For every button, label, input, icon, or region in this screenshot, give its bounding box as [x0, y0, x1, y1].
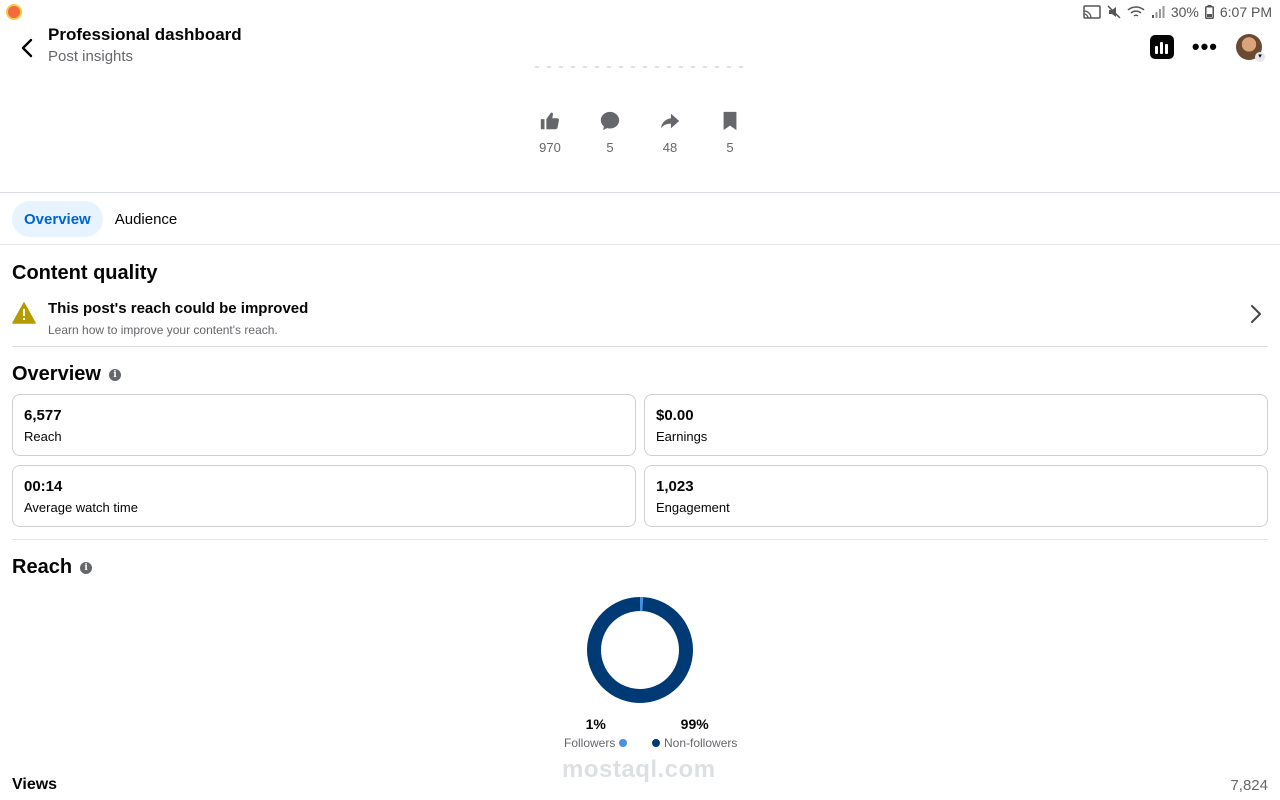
- reaction-comments[interactable]: 5: [580, 110, 640, 155]
- divider: [0, 244, 1280, 245]
- metric-card-watch-time[interactable]: 00:14 Average watch time: [12, 465, 636, 527]
- metric-value: 1,023: [656, 478, 694, 495]
- divider: [12, 539, 1268, 540]
- metric-value: $0.00: [656, 407, 694, 424]
- status-indicators: 30% 6:07 PM: [1083, 4, 1272, 20]
- reach-heading: Reach i: [12, 556, 93, 579]
- info-icon[interactable]: i: [80, 561, 93, 574]
- more-options-icon[interactable]: •••: [1192, 36, 1218, 58]
- followers-label-text: Followers: [564, 736, 616, 750]
- metric-label: Earnings: [656, 429, 708, 444]
- tab-overview[interactable]: Overview: [12, 201, 103, 237]
- nonfollowers-label-text: Non-followers: [664, 736, 738, 750]
- saves-count: 5: [726, 140, 734, 155]
- content-quality-title: Content quality: [12, 262, 158, 284]
- overview-heading: Overview i: [12, 363, 121, 386]
- followers-legend-label: Followers: [564, 736, 628, 750]
- warning-icon: [12, 302, 36, 324]
- wifi-icon: [1127, 6, 1145, 17]
- post-reactions: 970 5 48 5: [520, 110, 760, 155]
- post-preview-text-faded: [535, 66, 750, 68]
- battery-icon: [1204, 5, 1214, 19]
- comment-icon: [600, 111, 620, 131]
- tab-audience[interactable]: Audience: [103, 201, 190, 237]
- nonfollowers-dot-icon: [652, 739, 660, 747]
- back-arrow-icon[interactable]: [14, 34, 42, 62]
- battery-percent: 30%: [1170, 4, 1199, 20]
- donut-segment-nonfollowers: [587, 597, 693, 703]
- metric-label: Average watch time: [24, 500, 138, 515]
- comments-count: 5: [606, 140, 614, 155]
- bookmark-icon: [723, 111, 737, 131]
- views-row[interactable]: Views 7,824: [12, 775, 1268, 797]
- metric-card-reach[interactable]: 6,577 Reach: [12, 394, 636, 456]
- divider: [12, 346, 1268, 347]
- legend-nonfollowers: 99% Non-followers: [652, 716, 737, 750]
- nonfollowers-legend-label: Non-followers: [652, 736, 737, 750]
- donut-svg: [587, 597, 693, 703]
- metric-label: Engagement: [656, 500, 730, 515]
- metric-value: 6,577: [24, 407, 62, 424]
- metric-card-earnings[interactable]: $0.00 Earnings: [644, 394, 1268, 456]
- metric-label: Reach: [24, 429, 62, 444]
- mute-icon: [1107, 5, 1121, 19]
- app-notification-icon: [6, 4, 22, 20]
- reaction-likes[interactable]: 970: [520, 110, 580, 155]
- views-value: 7,824: [1230, 777, 1268, 794]
- share-icon: [660, 113, 680, 129]
- insights-tabs: Overview Audience: [12, 201, 189, 237]
- reach-donut-chart: [586, 596, 694, 704]
- likes-count: 970: [539, 140, 561, 155]
- notice-description: Learn how to improve your content's reac…: [48, 323, 278, 337]
- like-icon: [540, 112, 560, 130]
- legend-followers: 1% Followers: [564, 716, 628, 750]
- overview-title: Overview: [12, 363, 101, 385]
- content-quality-heading: Content quality: [12, 262, 158, 285]
- nonfollowers-percent: 99%: [680, 716, 709, 732]
- insights-chart-icon[interactable]: [1149, 35, 1174, 59]
- chevron-right-icon: [1251, 305, 1261, 323]
- divider: [0, 192, 1280, 193]
- cast-icon: [1083, 5, 1101, 19]
- header-actions: ••• ▾: [1149, 34, 1265, 62]
- reach-improvement-notice[interactable]: This post's reach could be improved Lear…: [12, 296, 1268, 346]
- shares-count: 48: [662, 140, 678, 155]
- notice-title: This post's reach could be improved: [48, 300, 309, 317]
- overview-cards: 6,577 Reach $0.00 Earnings 00:14 Average…: [12, 394, 1268, 527]
- avatar[interactable]: ▾: [1236, 34, 1265, 62]
- views-label: Views: [12, 776, 58, 793]
- page-title: Professional dashboard: [48, 25, 242, 44]
- info-icon[interactable]: i: [108, 368, 121, 381]
- reaction-shares[interactable]: 48: [640, 110, 700, 155]
- metric-card-engagement[interactable]: 1,023 Engagement: [644, 465, 1268, 527]
- metric-value: 00:14: [24, 478, 63, 495]
- clock: 6:07 PM: [1219, 4, 1272, 20]
- followers-dot-icon: [619, 739, 628, 747]
- signal-icon: [1151, 6, 1165, 18]
- page-subtitle: Post insights: [48, 48, 134, 65]
- reaction-saves[interactable]: 5: [700, 110, 760, 155]
- followers-percent: 1%: [585, 716, 606, 732]
- reach-title: Reach: [12, 556, 73, 578]
- app-header: Professional dashboard Post insights •••…: [0, 20, 1280, 72]
- chevron-down-icon: ▾: [1255, 52, 1265, 62]
